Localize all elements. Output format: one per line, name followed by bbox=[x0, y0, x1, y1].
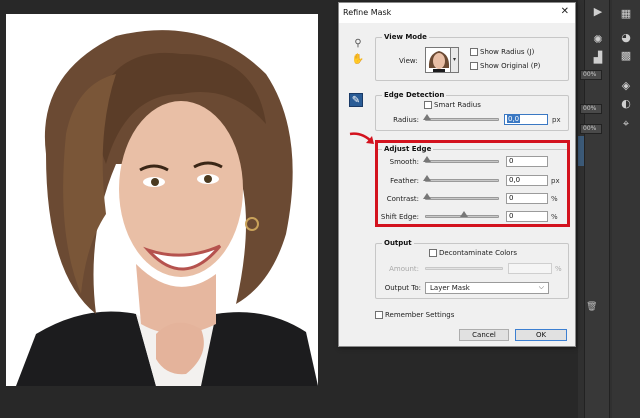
trash-icon[interactable]: 🗑 bbox=[586, 302, 597, 312]
color-wheel-icon[interactable]: ◕ bbox=[617, 30, 635, 46]
radius-label: Radius: bbox=[393, 116, 419, 124]
annotation-arrow-icon bbox=[349, 132, 374, 144]
output-to-value: Layer Mask bbox=[430, 284, 470, 292]
panel-toolstrip: ▶ ✺ ▟ bbox=[584, 0, 610, 418]
close-icon[interactable]: ✕ bbox=[561, 6, 569, 17]
show-radius-label: Show Radius (J) bbox=[480, 48, 535, 56]
amount-label: Amount: bbox=[389, 265, 419, 273]
portrait-photo bbox=[6, 14, 318, 386]
cancel-button[interactable]: Cancel bbox=[459, 329, 509, 341]
radius-slider-thumb[interactable] bbox=[423, 114, 431, 120]
show-original-label: Show Original (P) bbox=[480, 62, 541, 70]
amount-slider bbox=[425, 267, 503, 270]
amount-unit: % bbox=[555, 265, 562, 273]
zoom-chip[interactable]: 00% bbox=[580, 70, 602, 80]
opacity-chip[interactable]: 00% bbox=[580, 104, 602, 114]
output-to-select[interactable]: Layer Mask ⌵ bbox=[425, 282, 549, 294]
radius-value: 0,0 bbox=[507, 115, 521, 123]
layers-icon[interactable]: ◈ bbox=[617, 78, 635, 94]
dialog-title: Refine Mask bbox=[343, 8, 392, 17]
channels-icon[interactable]: ◐ bbox=[617, 96, 635, 112]
decontaminate-label: Decontaminate Colors bbox=[439, 249, 517, 257]
view-mode-title: View Mode bbox=[382, 33, 429, 41]
chevron-down-icon: ⌵ bbox=[538, 283, 544, 291]
radius-slider[interactable] bbox=[423, 114, 499, 121]
edge-detection-title: Edge Detection bbox=[382, 91, 447, 99]
view-label: View: bbox=[399, 57, 418, 65]
output-title: Output bbox=[382, 239, 414, 247]
decontaminate-checkbox[interactable] bbox=[429, 249, 437, 257]
refine-radius-brush-icon[interactable]: ✎ bbox=[349, 93, 363, 107]
amount-input bbox=[508, 263, 552, 274]
smart-radius-checkbox[interactable] bbox=[424, 101, 432, 109]
hand-tool-icon[interactable]: ✋ bbox=[351, 53, 365, 67]
smart-radius-label: Smart Radius bbox=[434, 101, 481, 109]
zoom-tool-icon[interactable]: ⚲ bbox=[351, 37, 365, 51]
view-thumbnail-image bbox=[426, 48, 450, 72]
show-original-checkbox[interactable] bbox=[470, 62, 478, 70]
view-mode-dropdown[interactable]: ▾ bbox=[451, 47, 459, 73]
show-radius-checkbox[interactable] bbox=[470, 48, 478, 56]
radius-unit: px bbox=[552, 116, 561, 124]
grid-icon[interactable]: ▦ bbox=[617, 6, 635, 22]
paths-icon[interactable]: ⌖ bbox=[617, 116, 635, 132]
radius-input[interactable]: 0,0 bbox=[504, 114, 548, 125]
output-to-label: Output To: bbox=[384, 284, 421, 292]
dialog-titlebar[interactable]: Refine Mask ✕ bbox=[339, 3, 575, 23]
play-icon[interactable]: ▶ bbox=[589, 4, 607, 20]
panel-iconstrip: ▦ ◕ ▩ ◈ ◐ ⌖ bbox=[612, 0, 640, 418]
remember-settings-checkbox[interactable] bbox=[375, 311, 383, 319]
document-canvas[interactable] bbox=[6, 14, 318, 386]
annotation-highlight-box bbox=[375, 140, 570, 227]
ok-button[interactable]: OK bbox=[515, 329, 567, 341]
remember-settings-label: Remember Settings bbox=[385, 311, 455, 319]
view-mode-thumbnail[interactable] bbox=[425, 47, 451, 73]
histogram-icon[interactable]: ▟ bbox=[589, 50, 607, 66]
brightness-icon[interactable]: ✺ bbox=[589, 32, 607, 48]
fill-chip[interactable]: 00% bbox=[580, 124, 602, 134]
swatches-icon[interactable]: ▩ bbox=[617, 48, 635, 64]
